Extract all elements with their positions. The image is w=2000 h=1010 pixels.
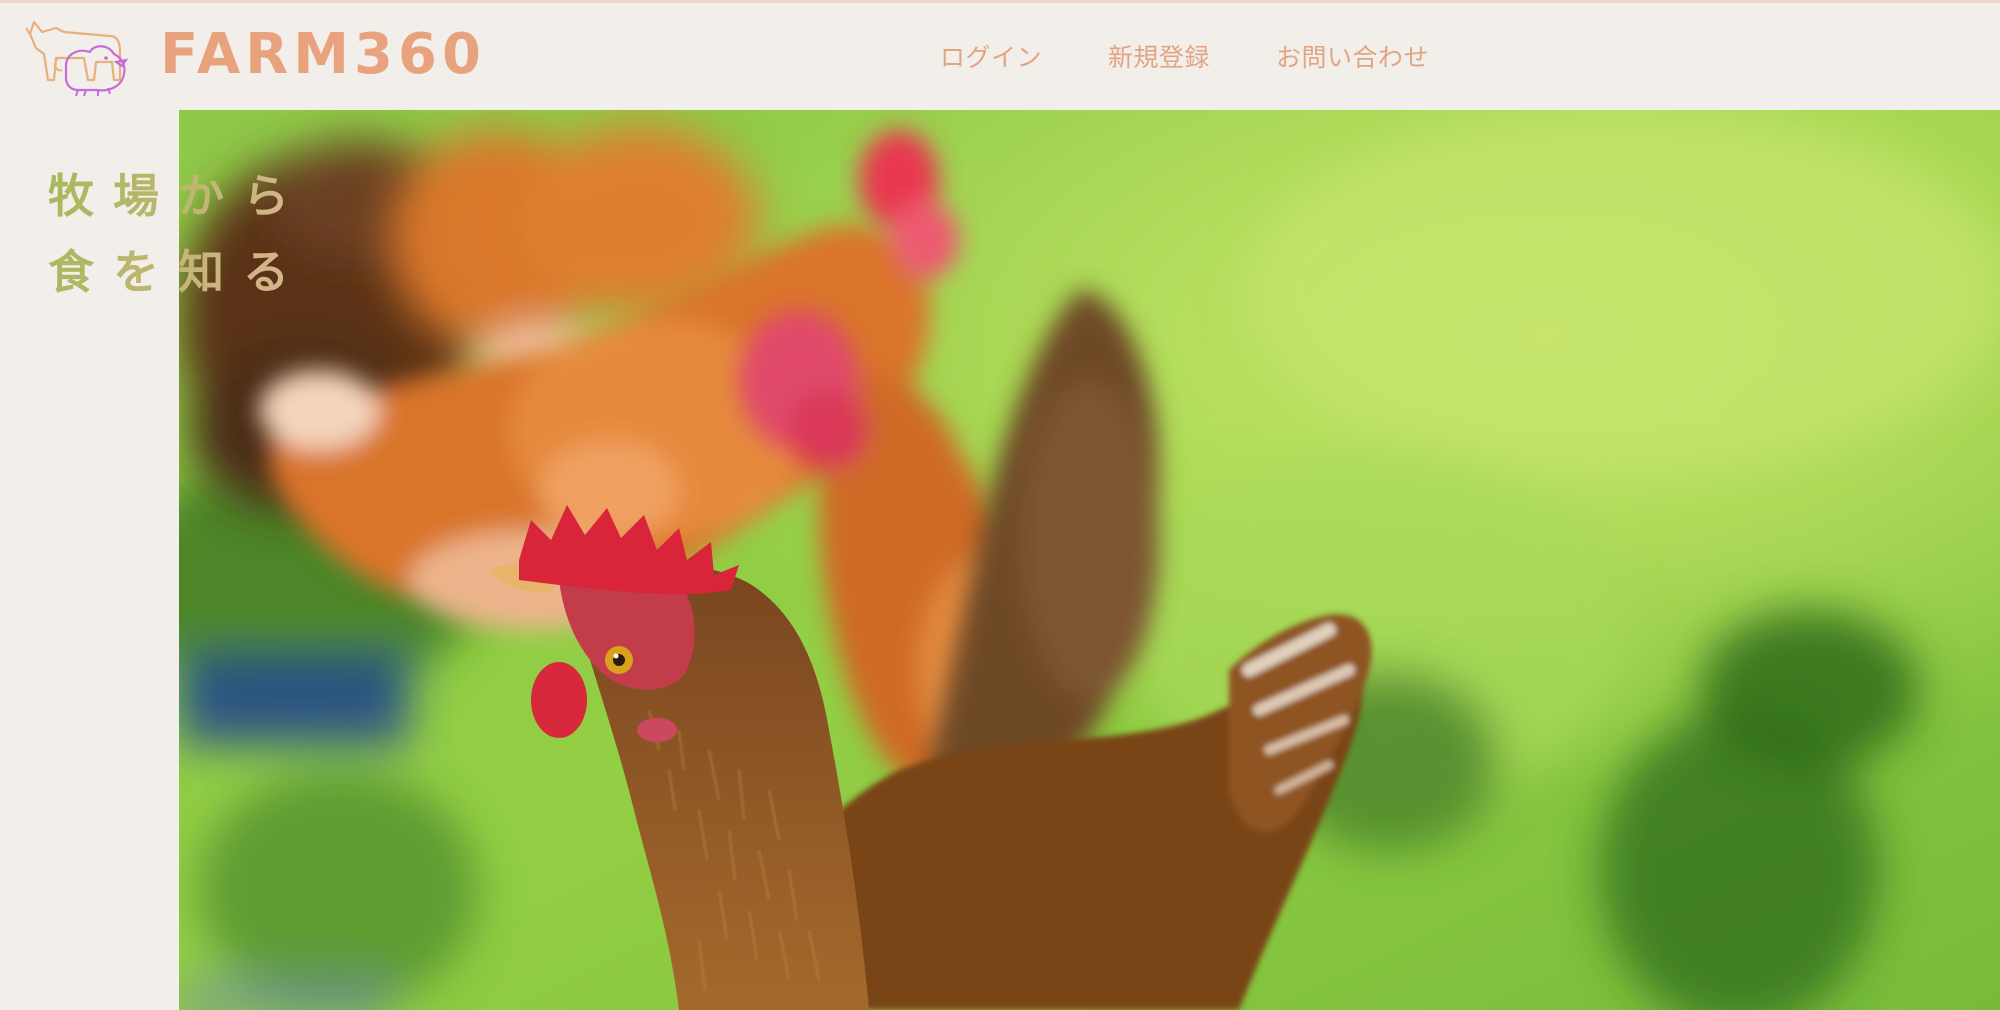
tagline-line-2-text: 食を知る <box>48 234 308 310</box>
home-logo-link[interactable]: FARM360 <box>26 14 486 96</box>
main-nav: ログイン 新規登録 お問い合わせ <box>940 38 1429 74</box>
chickens-photo <box>179 110 2000 1010</box>
nav-login-link[interactable]: ログイン <box>940 38 1042 74</box>
nav-signup-link[interactable]: 新規登録 <box>1108 38 1210 74</box>
tagline-line-2: 食を知る <box>48 234 308 310</box>
farm-animals-logo-icon <box>26 20 129 96</box>
tagline-line-1-text: 牧場から <box>48 158 308 234</box>
tagline-line-1: 牧場から <box>48 158 308 234</box>
site-header: FARM360 ログイン 新規登録 お問い合わせ <box>0 0 2000 110</box>
header-top-border <box>0 0 2000 3</box>
hero-tagline: 牧場から 食を知る <box>48 158 308 310</box>
page: FARM360 ログイン 新規登録 お問い合わせ 牧場から 食を知る <box>0 0 2000 1010</box>
hero-image <box>179 110 2000 1010</box>
brand-name: FARM360 <box>160 22 486 87</box>
nav-contact-link[interactable]: お問い合わせ <box>1276 38 1429 74</box>
